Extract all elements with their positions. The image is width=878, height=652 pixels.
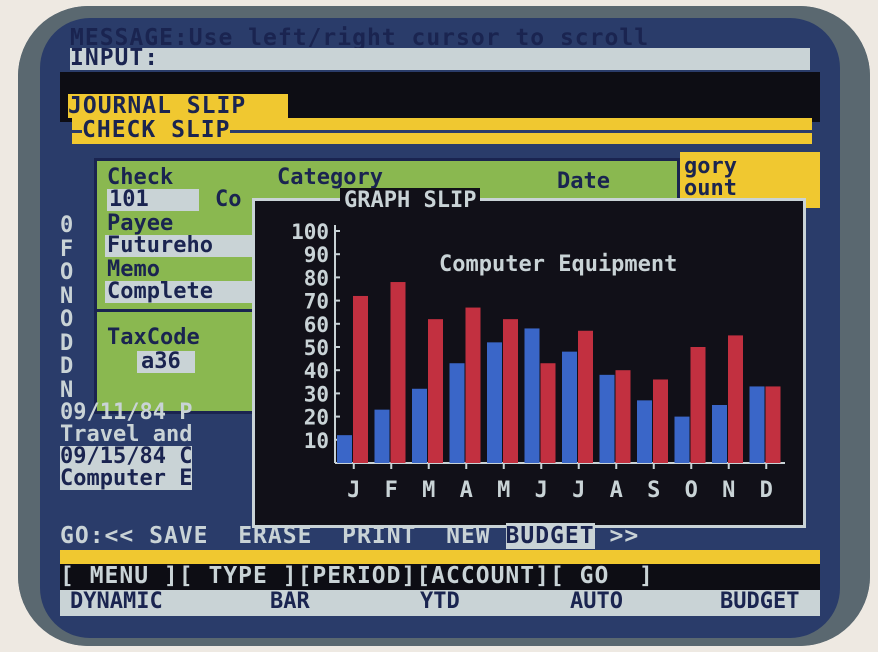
x-tick-label: N (722, 478, 735, 503)
right-label-1: gory (684, 154, 737, 179)
y-tick-label: 100 (291, 220, 329, 244)
budget-button[interactable]: BUDGET (505, 523, 595, 549)
bar (487, 342, 502, 463)
bar (712, 405, 727, 463)
bar (749, 386, 765, 463)
bar (562, 351, 577, 463)
memo-label: Memo (107, 257, 160, 282)
list-item[interactable]: Computer E (60, 468, 193, 490)
erase-button[interactable]: ERASE (238, 523, 312, 549)
bar (337, 435, 352, 463)
bar (578, 330, 593, 463)
bar (524, 328, 540, 463)
screen: MESSAGE:Use left/right cursor to scroll … (40, 18, 840, 638)
save-button[interactable]: SAVE (149, 523, 208, 549)
graph-slip-window: 10 20 30 40 50 60 70 80 90 100 J F M A M J J A S O N D Compute… (252, 198, 806, 528)
scroll-right-button[interactable]: >> (609, 523, 639, 549)
input-field[interactable] (70, 48, 810, 70)
bar (637, 400, 652, 463)
y-tick-label: 40 (304, 359, 329, 383)
new-button[interactable]: NEW (446, 523, 491, 549)
bar (374, 409, 390, 463)
bar (674, 416, 690, 463)
scroll-left-button[interactable]: << (105, 523, 135, 549)
y-tick-label: 60 (304, 313, 329, 337)
bar (599, 374, 615, 463)
type-value[interactable]: BAR (270, 590, 310, 614)
bar (353, 295, 368, 463)
list-item[interactable]: 09/11/84 P (60, 402, 192, 424)
x-tick-label: O (685, 478, 698, 503)
memo-value: Complete (107, 279, 213, 304)
bar (690, 347, 706, 463)
bar (428, 319, 443, 463)
x-tick-label: A (610, 478, 623, 503)
check-slip-title[interactable]: CHECK SLIP (82, 118, 231, 142)
y-tick-label: 20 (304, 406, 329, 430)
journal-slip-label: JOURNAL SLIP (68, 93, 247, 119)
right-label-2: ount (684, 176, 737, 201)
bar (412, 388, 427, 463)
period-value[interactable]: YTD (420, 590, 460, 614)
check-label: Check (107, 165, 174, 190)
bar (449, 363, 465, 463)
type-header[interactable]: [ TYPE ] (179, 563, 298, 589)
input-label: INPUT: (70, 45, 160, 71)
list-item[interactable]: Travel and (60, 424, 192, 446)
menu-values-row: DYNAMIC BAR YTD AUTO BUDGET (60, 590, 820, 616)
co-text: Co (215, 187, 242, 212)
menu-value[interactable]: DYNAMIC (70, 590, 163, 614)
graph-slip-title: GRAPH SLIP (340, 188, 481, 213)
x-tick-label: M (497, 478, 510, 503)
bar (465, 307, 481, 463)
x-tick-label: D (760, 478, 773, 503)
x-tick-label: S (647, 478, 660, 503)
x-tick-label: F (385, 478, 398, 503)
taxcode-label: TaxCode (107, 325, 200, 350)
bar (653, 379, 668, 463)
menu-row: [ MENU ][ TYPE ][PERIOD][ACCOUNT][ GO ] (60, 564, 654, 588)
side-letters: 0FONODDN (60, 213, 74, 403)
y-tick-label: 50 (304, 336, 329, 360)
y-tick-label: 10 (304, 429, 329, 453)
go-label: GO: (60, 523, 105, 549)
menu-header[interactable]: [ MENU ] (60, 563, 179, 589)
y-tick-label: 70 (304, 290, 329, 314)
y-tick-label: 90 (304, 243, 329, 267)
check-number-value: 101 (109, 187, 149, 212)
go-value[interactable]: BUDGET (720, 590, 799, 614)
go-header[interactable]: [ GO ] (550, 563, 654, 589)
account-header[interactable]: [ACCOUNT] (416, 563, 550, 589)
bar (728, 335, 743, 463)
chart-title: Computer Equipment (439, 252, 677, 277)
list-item[interactable]: 09/15/84 C (60, 446, 193, 468)
x-tick-label: J (535, 478, 548, 503)
print-button[interactable]: PRINT (342, 523, 416, 549)
y-tick-label: 80 (304, 266, 329, 290)
bar-chart: 102030405060708090100J F M A M J J A S O N DCompute… (291, 220, 785, 503)
payee-label: Payee (107, 211, 174, 236)
x-tick-label: M (422, 478, 435, 503)
form-divider (97, 309, 257, 312)
x-tick-label: J (347, 478, 360, 503)
journal-slip-tab[interactable]: JOURNAL SLIP (68, 94, 288, 118)
bar (615, 370, 631, 463)
divider-strip (60, 550, 820, 564)
bar (390, 282, 406, 463)
category-label: Category (277, 165, 383, 190)
bar (540, 363, 556, 463)
x-tick-label: A (460, 478, 473, 503)
x-tick-label: J (572, 478, 585, 503)
y-tick-label: 30 (304, 382, 329, 406)
period-header[interactable]: [PERIOD] (298, 563, 417, 589)
bar (503, 319, 518, 463)
taxcode-value: a36 (141, 349, 181, 374)
payee-value: Futureho (107, 233, 213, 258)
date-label: Date (557, 169, 610, 194)
go-bar: GO:<< SAVE ERASE PRINT NEW BUDGET >> (60, 523, 639, 549)
account-value[interactable]: AUTO (570, 590, 623, 614)
bar (765, 386, 781, 463)
